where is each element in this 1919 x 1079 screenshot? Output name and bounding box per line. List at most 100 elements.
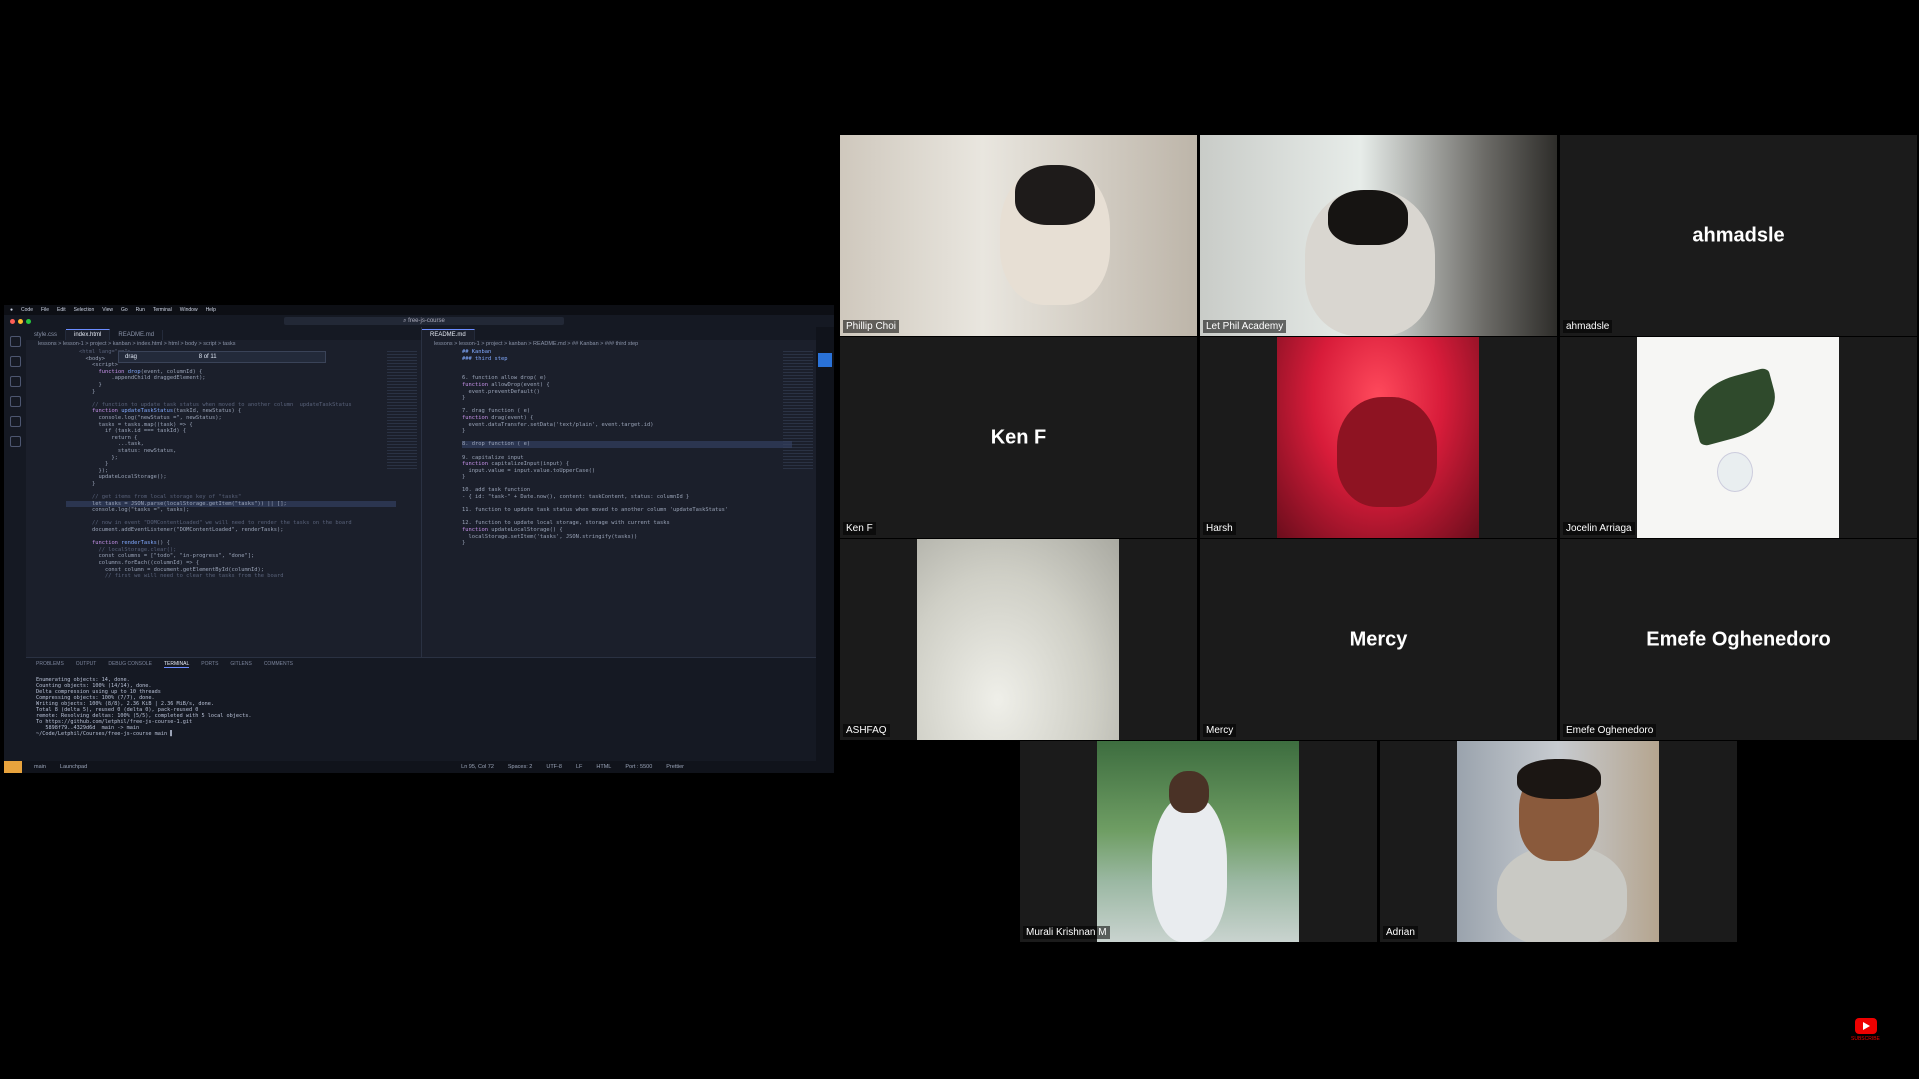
remote-indicator[interactable] <box>4 761 22 773</box>
status-prettier[interactable]: Prettier <box>666 761 684 773</box>
status-eol[interactable]: LF <box>576 761 582 773</box>
editor-left: style.css index.html README.md lessons >… <box>26 327 422 658</box>
tab-output[interactable]: OUTPUT <box>76 661 97 668</box>
menu-run[interactable]: Run <box>136 307 145 313</box>
command-center-search[interactable]: ⌕ free-js-course <box>284 317 564 325</box>
participant-tile-adrian[interactable]: Adrian <box>1380 741 1737 942</box>
status-language[interactable]: HTML <box>596 761 611 773</box>
tab-style-css[interactable]: style.css <box>26 330 67 340</box>
tab-comments[interactable]: COMMENTS <box>264 661 293 668</box>
minimap-left[interactable] <box>387 351 417 471</box>
participant-display-name: Ken F <box>990 426 1047 448</box>
status-indent[interactable]: Spaces: 2 <box>508 761 532 773</box>
explorer-icon[interactable] <box>9 336 21 347</box>
screen-share: ● Code File Edit Selection View Go Run T… <box>4 305 834 773</box>
participant-tile-murali-krishnan-m[interactable]: Murali Krishnan M <box>1020 741 1377 942</box>
close-window-button[interactable] <box>10 318 15 324</box>
editor-tabs-right: README.md <box>422 327 817 340</box>
menu-view[interactable]: View <box>102 307 113 313</box>
maximize-window-button[interactable] <box>26 318 31 324</box>
participant-name: Mercy <box>1203 724 1237 737</box>
participant-display-name: Mercy <box>1349 628 1408 650</box>
participant-hair <box>1328 190 1408 245</box>
tab-ports[interactable]: PORTS <box>201 661 218 668</box>
tab-debug-console[interactable]: DEBUG CONSOLE <box>108 661 152 668</box>
window-controls <box>10 318 31 324</box>
editor-tabs-left: style.css index.html README.md <box>26 327 421 340</box>
breadcrumb-right[interactable]: lessons > lesson-1 > project > kanban > … <box>422 340 817 349</box>
panel-toggle-icon[interactable] <box>818 353 832 367</box>
participant-name: Phillip Choi <box>843 320 900 333</box>
tab-readme-right[interactable]: README.md <box>422 329 475 340</box>
leaf-shape <box>1685 367 1784 447</box>
menu-go[interactable]: Go <box>121 307 128 313</box>
participant-tile-emefe-oghenedoro[interactable]: Emefe Oghenedoro Emefe Oghenedoro <box>1560 539 1917 740</box>
participant-tile-let-phil-academy[interactable]: Let Phil Academy <box>1200 135 1557 336</box>
tab-index-html[interactable]: index.html <box>66 329 111 340</box>
gitlens-icon[interactable] <box>9 436 21 447</box>
youtube-subscribe-icon[interactable] <box>1855 1018 1877 1034</box>
find-count: 8 of 11 <box>198 354 217 360</box>
extensions-icon[interactable] <box>9 416 21 427</box>
participant-display-name: Emefe Oghenedoro <box>1646 628 1831 650</box>
participant-tile-ashfaq[interactable]: ASHFAQ <box>840 539 1197 740</box>
editor-right: README.md lessons > lesson-1 > project >… <box>422 327 817 658</box>
participant-figure <box>1337 397 1437 507</box>
participant-tile-mercy[interactable]: Mercy Mercy <box>1200 539 1557 740</box>
bottom-panel: PROBLEMS OUTPUT DEBUG CONSOLE TERMINAL P… <box>26 657 816 761</box>
menu-help[interactable]: Help <box>206 307 216 313</box>
participant-tile-harsh[interactable]: Harsh <box>1200 337 1557 538</box>
source-control-icon[interactable] <box>9 376 21 387</box>
find-input[interactable]: drag <box>125 354 137 360</box>
youtube-subscribe-label[interactable]: SUBSCRIBE <box>1851 1036 1880 1042</box>
participant-name: Murali Krishnan M <box>1023 926 1110 939</box>
status-bar: main Launchpad Ln 95, Col 72 Spaces: 2 U… <box>4 761 834 773</box>
participant-display-name: ahmadsle <box>1692 224 1785 246</box>
menu-terminal[interactable]: Terminal <box>153 307 172 313</box>
menu-file[interactable]: File <box>41 307 49 313</box>
participant-name: Adrian <box>1383 926 1418 939</box>
command-center-text: free-js-course <box>408 318 445 324</box>
status-cursor[interactable]: Ln 95, Col 72 <box>461 761 494 773</box>
panel-tabs: PROBLEMS OUTPUT DEBUG CONSOLE TERMINAL P… <box>26 658 816 671</box>
participant-tile-jocelin-arriaga[interactable]: Jocelin Arriaga <box>1560 337 1917 538</box>
minimap-right[interactable] <box>783 351 813 471</box>
code-view-left[interactable]: <html lang="en"> <body> <script> functio… <box>26 349 421 580</box>
participant-figure <box>1152 796 1227 942</box>
minimize-window-button[interactable] <box>18 318 23 324</box>
participant-photo <box>1097 741 1299 942</box>
participant-name: Harsh <box>1203 522 1236 535</box>
code-view-right[interactable]: ## Kanban ### third step 6. function all… <box>422 349 817 547</box>
vscode-title-bar: ⌕ free-js-course <box>4 315 834 327</box>
status-branch[interactable]: main <box>34 761 46 773</box>
participant-tile-ahmadsle[interactable]: ahmadsle ahmadsle <box>1560 135 1917 336</box>
apple-icon: ● <box>10 307 14 313</box>
participant-hair <box>1015 165 1095 225</box>
participant-name: Jocelin Arriaga <box>1563 522 1635 535</box>
status-port[interactable]: Port : 5500 <box>625 761 652 773</box>
search-icon[interactable] <box>9 356 21 367</box>
participant-tile-phillip-choi[interactable]: Phillip Choi <box>840 135 1197 336</box>
terminal-output[interactable]: Enumerating objects: 14, done. Counting … <box>26 671 816 743</box>
participant-tile-ken-f[interactable]: Ken F Ken F <box>840 337 1197 538</box>
run-debug-icon[interactable] <box>9 396 21 407</box>
terminal-prompt: ~/Code/Letphil/Courses/free-js-course ma… <box>36 731 168 737</box>
menu-window[interactable]: Window <box>180 307 198 313</box>
menu-selection[interactable]: Selection <box>74 307 95 313</box>
participant-name: Ken F <box>843 522 876 535</box>
status-launchpad[interactable]: Launchpad <box>60 761 87 773</box>
tab-gitlens[interactable]: GITLENS <box>230 661 251 668</box>
participant-name: ahmadsle <box>1563 320 1613 333</box>
menu-code[interactable]: Code <box>21 307 33 313</box>
side-strip <box>816 327 834 761</box>
menu-edit[interactable]: Edit <box>57 307 66 313</box>
participant-photo <box>917 539 1119 740</box>
tab-terminal[interactable]: TERMINAL <box>163 661 190 668</box>
participant-name: Emefe Oghenedoro <box>1563 724 1657 737</box>
status-encoding[interactable]: UTF-8 <box>546 761 562 773</box>
tab-problems[interactable]: PROBLEMS <box>36 661 64 668</box>
breadcrumb[interactable]: lessons > lesson-1 > project > kanban > … <box>26 340 421 349</box>
tab-readme[interactable]: README.md <box>110 330 164 340</box>
participant-hair <box>1517 759 1601 799</box>
find-widget[interactable]: drag 8 of 11 <box>118 351 326 363</box>
